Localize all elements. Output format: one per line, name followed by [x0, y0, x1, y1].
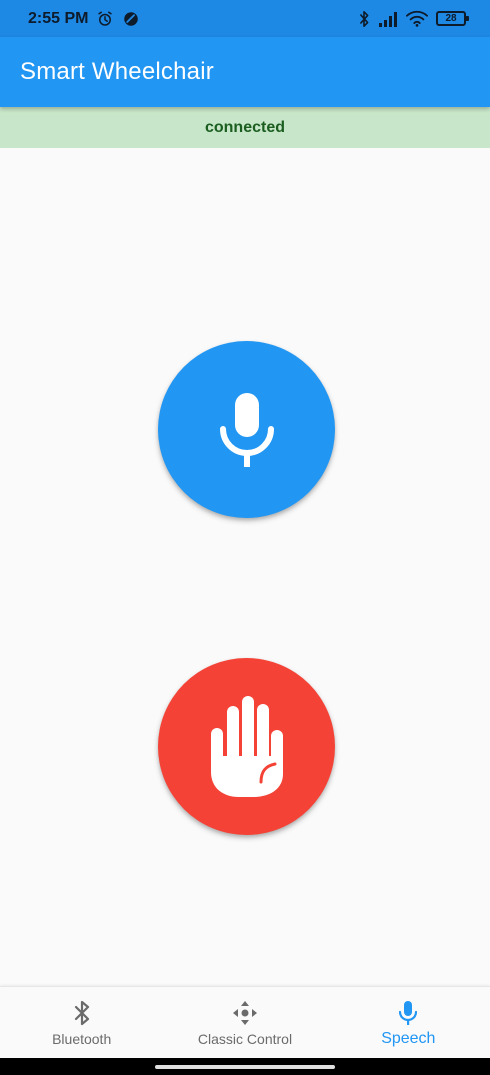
microphone-icon	[398, 999, 418, 1027]
alarm-icon	[96, 10, 114, 28]
status-time: 2:55 PM	[28, 9, 89, 27]
stop-hand-icon	[209, 695, 285, 798]
app-screen: 2:55 PM 28 Smart Wheelchair connected Bl…	[0, 0, 490, 1075]
bluetooth-icon	[73, 999, 91, 1027]
microphone-icon	[218, 392, 276, 467]
wifi-icon	[406, 10, 428, 27]
nav-label-speech: Speech	[381, 1030, 436, 1047]
gamepad-icon	[231, 999, 259, 1027]
home-indicator[interactable]	[155, 1064, 335, 1069]
bluetooth-icon	[358, 10, 370, 28]
signal-icon	[378, 11, 398, 27]
status-bar: 2:55 PM 28	[0, 0, 490, 37]
nav-item-speech[interactable]: Speech	[327, 987, 490, 1058]
app-title: Smart Wheelchair	[20, 58, 214, 85]
nav-item-classic-control[interactable]: Classic Control	[163, 987, 326, 1058]
nav-label-classic-control: Classic Control	[197, 1031, 293, 1047]
connection-status-banner: connected	[0, 107, 490, 148]
start-speech-button[interactable]	[158, 341, 335, 518]
status-right: 28	[358, 10, 469, 28]
nav-label-bluetooth: Bluetooth	[52, 1031, 112, 1047]
nav-item-bluetooth[interactable]: Bluetooth	[0, 987, 163, 1058]
status-left: 2:55 PM	[28, 10, 140, 28]
stop-button[interactable]	[158, 658, 335, 835]
bottom-navigation: Bluetooth Classic Control Speech	[0, 986, 490, 1058]
battery-indicator: 28	[436, 11, 469, 26]
app-bar: Smart Wheelchair	[0, 37, 490, 107]
do-not-disturb-icon	[122, 10, 140, 28]
system-navigation-bar	[0, 1058, 490, 1075]
connection-status-text: connected	[204, 118, 285, 136]
